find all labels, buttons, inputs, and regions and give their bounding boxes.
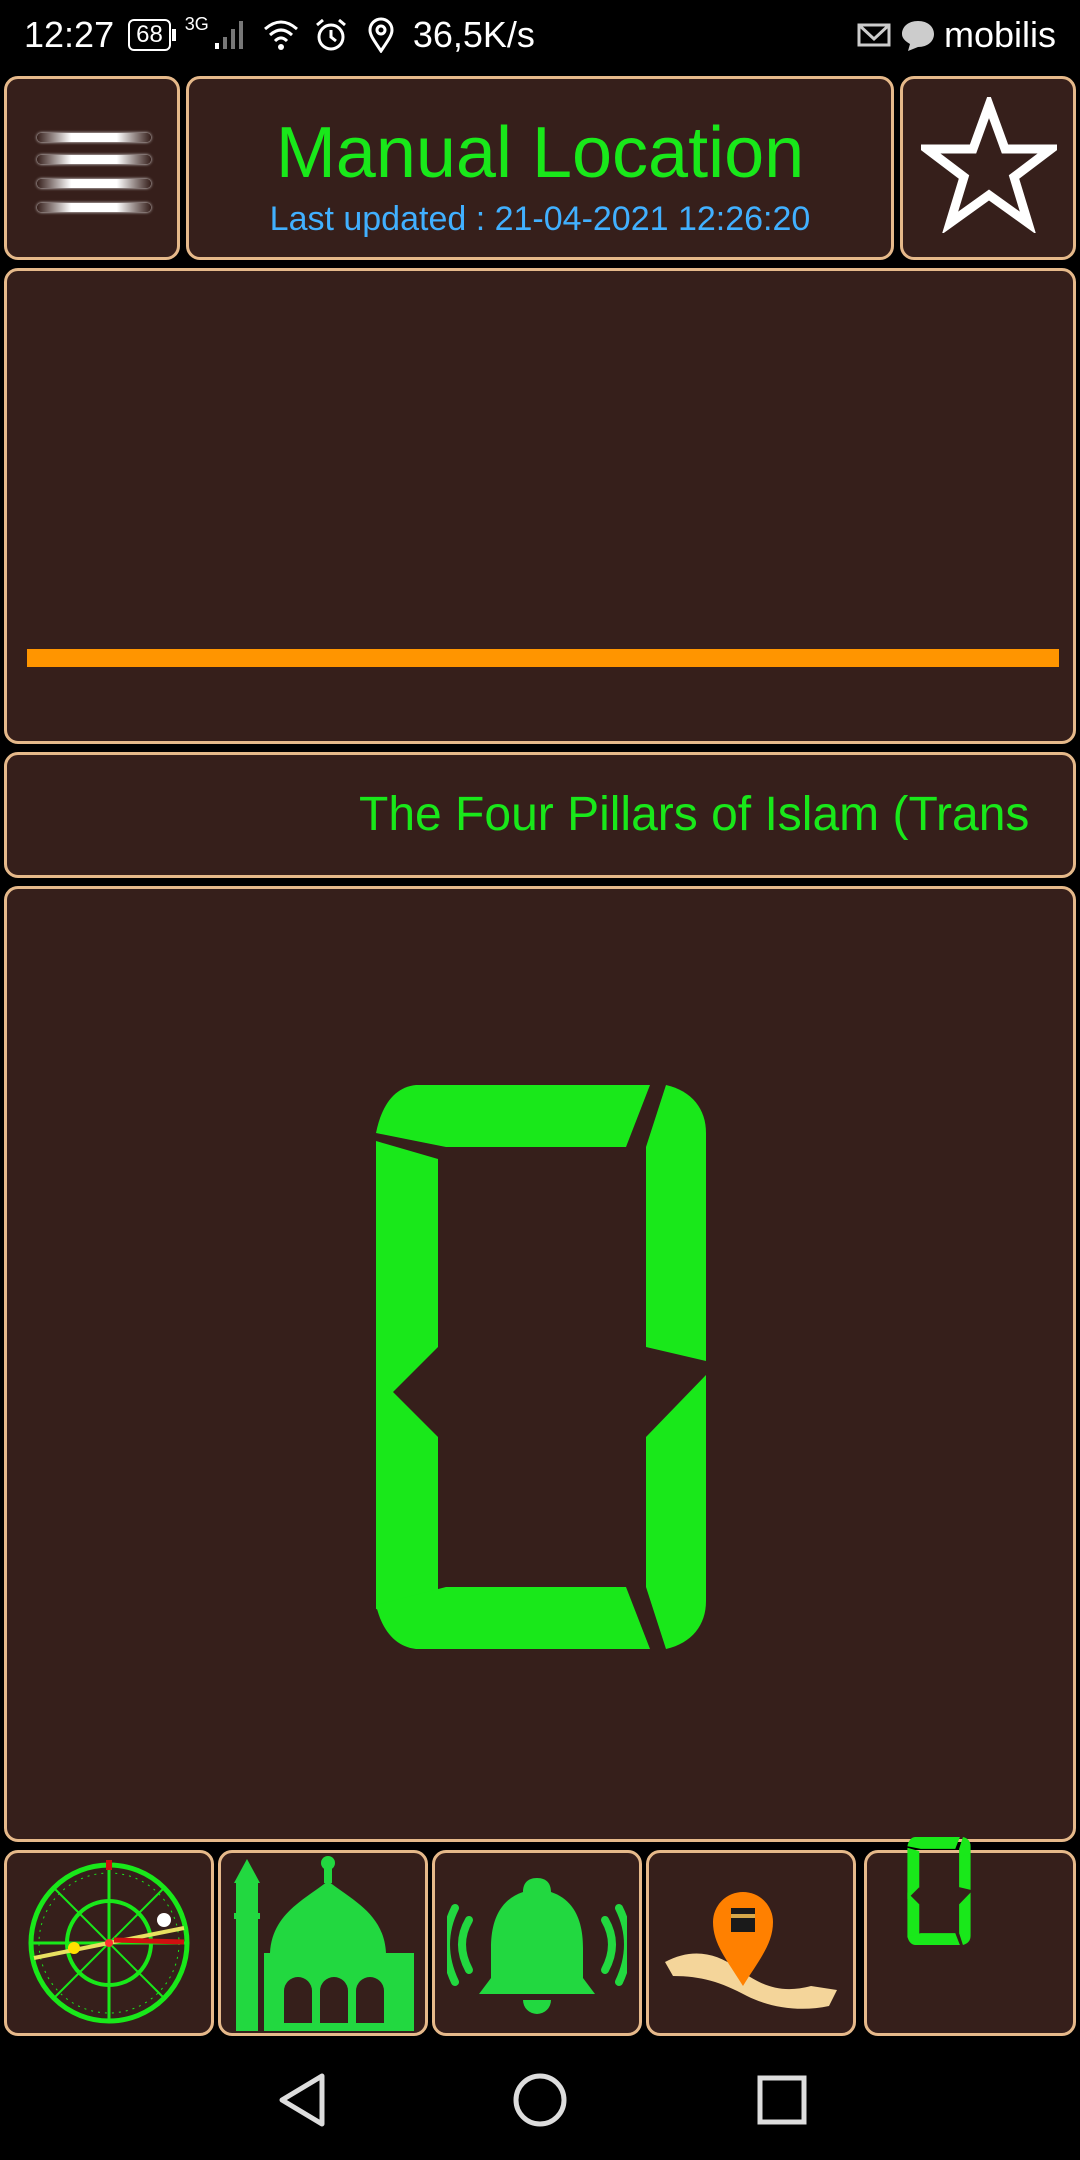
nav-tasbih-counter-button[interactable] bbox=[864, 1837, 1076, 2036]
alarm-icon bbox=[315, 18, 346, 51]
star-icon bbox=[921, 97, 1057, 233]
counter-value: 0 bbox=[7, 889, 8, 890]
mail-icon bbox=[857, 23, 891, 47]
last-updated-text: Last updated : 21-04-2021 12:26:20 bbox=[269, 200, 811, 238]
loading-progress-bar bbox=[27, 649, 1059, 667]
seven-segment-digit bbox=[376, 1085, 706, 1649]
back-icon[interactable] bbox=[276, 2070, 328, 2130]
segment-lower-left bbox=[376, 1375, 438, 1625]
home-icon[interactable] bbox=[510, 2070, 570, 2130]
menu-button[interactable] bbox=[4, 76, 180, 260]
tasbih-counter-icon bbox=[907, 1837, 971, 1945]
message-icon bbox=[901, 21, 934, 51]
segment-bottom bbox=[376, 1587, 650, 1649]
ad-banner-panel bbox=[4, 268, 1076, 744]
network-type: 3G bbox=[184, 14, 209, 34]
segment-lower-right bbox=[646, 1375, 706, 1649]
segment-top bbox=[376, 1085, 650, 1147]
adhan-bell-icon bbox=[447, 1878, 627, 2014]
qibla-compass-icon bbox=[28, 1860, 190, 2024]
app-root: Manual Location Last updated : 21-04-202… bbox=[0, 72, 1080, 2040]
wifi-icon bbox=[263, 20, 298, 50]
loading-progress-fill bbox=[27, 649, 1059, 667]
status-time: 12:27 bbox=[24, 14, 115, 55]
segment-upper-left bbox=[376, 1141, 438, 1409]
nav-adhan-alarm-button[interactable] bbox=[432, 1850, 642, 2036]
hamburger-icon bbox=[37, 127, 151, 217]
segment-upper-right bbox=[646, 1085, 706, 1361]
nav-qibla-map-button[interactable] bbox=[646, 1850, 856, 2036]
mosque-icon bbox=[234, 1856, 414, 2031]
favorite-button[interactable] bbox=[900, 76, 1076, 260]
location-icon bbox=[368, 17, 394, 53]
network-speed: 36,5K/s bbox=[412, 14, 535, 55]
ticker-panel[interactable]: The Four Pillars of Islam (Trans bbox=[4, 752, 1076, 878]
nav-qibla-compass-button[interactable] bbox=[4, 1850, 214, 2036]
scrolling-ticker-text: The Four Pillars of Islam (Trans bbox=[359, 788, 1030, 841]
battery-icon: 68 bbox=[128, 19, 176, 51]
status-bar: 12:27 68 3G 36,5K/s mobilis bbox=[0, 0, 1080, 72]
header-title-box: Manual Location Last updated : 21-04-202… bbox=[186, 76, 894, 260]
tasbih-counter-panel[interactable]: 0 bbox=[4, 886, 1076, 1842]
system-navigation-bar bbox=[0, 2040, 1080, 2160]
recent-apps-icon[interactable] bbox=[756, 2070, 808, 2130]
signal-icon bbox=[214, 21, 243, 49]
kaaba-location-pin-icon bbox=[665, 1892, 837, 2009]
page-title: Manual Location bbox=[275, 113, 805, 193]
carrier-name: mobilis bbox=[943, 14, 1056, 55]
nav-prayer-times-button[interactable] bbox=[218, 1850, 428, 2036]
